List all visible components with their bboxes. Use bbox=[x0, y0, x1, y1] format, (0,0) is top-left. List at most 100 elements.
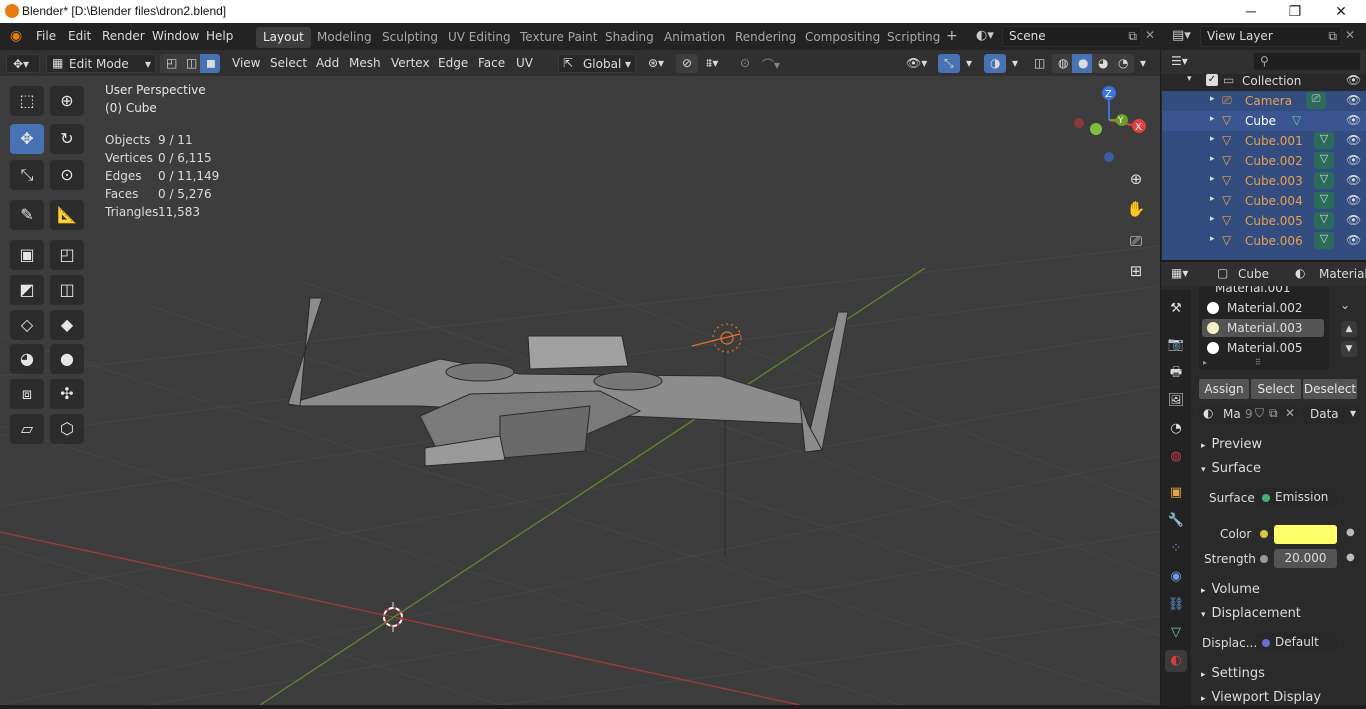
link-dropdown[interactable]: Data ▾ bbox=[1304, 404, 1360, 424]
mesh-data-icon[interactable]: ▽ bbox=[1314, 172, 1334, 189]
outliner-row-cube002[interactable]: ▸ ▽ Cube.002 ▽ 👁 bbox=[1162, 151, 1366, 171]
eye-icon[interactable]: 👁 bbox=[1346, 133, 1361, 147]
outliner-row-cube005[interactable]: ▸ ▽ Cube.005 ▽ 👁 bbox=[1162, 211, 1366, 231]
expand-icon[interactable]: ▸ bbox=[1210, 154, 1215, 164]
edge-slide-tool-icon[interactable]: ⧈ bbox=[10, 379, 44, 409]
menu-edit[interactable]: Edit bbox=[68, 29, 91, 43]
outliner-row-camera[interactable]: ▸ ⎚ Camera ⎚ 👁 bbox=[1162, 91, 1366, 111]
edge-select-icon[interactable]: ◫ bbox=[180, 54, 200, 73]
menu-file[interactable]: File bbox=[36, 29, 56, 43]
camera-view-icon[interactable]: ⎚ bbox=[1124, 229, 1148, 253]
properties-editor-icon[interactable]: ▦▾ bbox=[1171, 266, 1188, 280]
visibility-icon[interactable]: 👁▾ bbox=[900, 54, 933, 73]
outliner-row-cube003[interactable]: ▸ ▽ Cube.003 ▽ 👁 bbox=[1162, 171, 1366, 191]
material-tab-icon[interactable]: ◐ bbox=[1165, 650, 1187, 672]
minimize-icon[interactable]: ─ bbox=[1228, 0, 1274, 23]
xray-toggle-icon[interactable]: ◫ bbox=[1028, 54, 1051, 73]
expand-icon[interactable]: ▸ bbox=[1210, 194, 1215, 204]
mesh-data-icon[interactable]: ▽ bbox=[1314, 232, 1334, 249]
tool-tab-icon[interactable]: ⚒ bbox=[1165, 298, 1187, 320]
scene-tab-icon[interactable]: ◔ bbox=[1165, 418, 1187, 440]
header-menu-mesh[interactable]: Mesh bbox=[343, 54, 387, 73]
mesh-data-icon[interactable]: ▽ bbox=[1314, 132, 1334, 149]
eye-icon[interactable]: 👁 bbox=[1346, 153, 1361, 167]
expand-icon[interactable]: ▸ bbox=[1210, 134, 1215, 144]
transform-orientation-dropdown[interactable]: ⇱ Global ▾ bbox=[558, 54, 636, 73]
inset-tool-icon[interactable]: ◰ bbox=[50, 240, 84, 270]
surface-panel-header[interactable]: ▾ Surface bbox=[1191, 458, 1366, 480]
material-slot-item[interactable]: Material.002 bbox=[1227, 301, 1302, 315]
workspace-tab-animation[interactable]: Animation bbox=[657, 27, 732, 48]
header-menu-view[interactable]: View bbox=[226, 54, 266, 73]
expand-icon[interactable]: ▾ bbox=[1187, 74, 1192, 84]
workspace-tab-scripting[interactable]: Scripting bbox=[880, 27, 947, 48]
mesh-data-icon[interactable]: ▽ bbox=[1314, 152, 1334, 169]
spin-tool-icon[interactable]: ◕ bbox=[10, 344, 44, 374]
move-slot-down-icon[interactable]: ▼ bbox=[1341, 341, 1357, 357]
duplicate-icon[interactable]: ⧉ bbox=[1269, 406, 1278, 421]
pivot-point-icon[interactable]: ⊛▾ bbox=[642, 54, 670, 73]
poly-build-tool-icon[interactable]: ◆ bbox=[50, 310, 84, 340]
remove-view-layer-icon[interactable]: ✕ bbox=[1345, 28, 1355, 42]
menu-help[interactable]: Help bbox=[206, 29, 233, 43]
mode-dropdown[interactable]: ▦ Edit Mode ▾ bbox=[46, 54, 156, 73]
header-menu-face[interactable]: Face bbox=[472, 54, 511, 73]
move-tool-icon[interactable]: ✥ bbox=[10, 124, 44, 154]
mesh-data-icon[interactable]: ▽ bbox=[1314, 192, 1334, 209]
expand-icon[interactable]: ▸ bbox=[1210, 174, 1215, 184]
navigation-gizmo[interactable]: Z X Y bbox=[1074, 86, 1146, 162]
eye-icon[interactable]: 👁 bbox=[1346, 193, 1361, 207]
remove-scene-icon[interactable]: ✕ bbox=[1145, 28, 1155, 42]
cursor-tool-icon[interactable]: ⊕ bbox=[50, 86, 84, 116]
view-layer-tab-icon[interactable]: 🖼 bbox=[1165, 390, 1187, 412]
smooth-tool-icon[interactable]: ● bbox=[50, 344, 84, 374]
workspace-tab-compositing[interactable]: Compositing bbox=[798, 27, 887, 48]
zoom-icon[interactable]: ⊕ bbox=[1124, 167, 1148, 191]
chevron-down-icon[interactable]: ▾ bbox=[960, 54, 978, 73]
mesh-data-icon[interactable]: ▽ bbox=[1314, 212, 1334, 229]
editor-type-icon[interactable]: ✥▾ bbox=[6, 54, 40, 73]
resize-handle-icon[interactable]: ⠿ bbox=[1255, 358, 1261, 367]
shrink-fatten-tool-icon[interactable]: ✣ bbox=[50, 379, 84, 409]
rotate-tool-icon[interactable]: ↻ bbox=[50, 124, 84, 154]
menu-render[interactable]: Render bbox=[102, 29, 145, 43]
keyframe-dot-icon[interactable]: ● bbox=[1346, 527, 1355, 538]
workspace-tab-uv-editing[interactable]: UV Editing bbox=[441, 27, 518, 48]
add-workspace-icon[interactable]: + bbox=[946, 28, 958, 44]
expand-icon[interactable]: ▸ bbox=[1210, 214, 1215, 224]
workspace-tab-modeling[interactable]: Modeling bbox=[310, 27, 379, 48]
assign-button[interactable]: Assign bbox=[1199, 379, 1249, 399]
chevron-down-icon[interactable]: ⌄ bbox=[1340, 298, 1350, 312]
maximize-icon[interactable]: ❐ bbox=[1272, 0, 1318, 23]
vertex-select-icon[interactable]: ◰ bbox=[160, 54, 180, 73]
new-view-layer-icon[interactable]: ⧉ bbox=[1328, 29, 1337, 44]
settings-panel-header[interactable]: ▸ Settings bbox=[1191, 663, 1366, 685]
proportional-edit-icon[interactable]: ⊙ bbox=[734, 54, 756, 73]
expand-icon[interactable]: ▸ bbox=[1203, 358, 1207, 367]
scene-browse-icon[interactable]: ◐▾ bbox=[976, 28, 994, 43]
select-button[interactable]: Select bbox=[1251, 379, 1301, 399]
surface-shader-field[interactable]: Emission bbox=[1256, 488, 1337, 507]
outliner-row-cube004[interactable]: ▸ ▽ Cube.004 ▽ 👁 bbox=[1162, 191, 1366, 211]
view-layer-field[interactable]: View Layer ⧉ bbox=[1200, 26, 1342, 47]
workspace-tab-shading[interactable]: Shading bbox=[598, 27, 661, 48]
scene-name-field[interactable]: Scene ⧉ bbox=[1002, 26, 1142, 47]
knife-tool-icon[interactable]: ◇ bbox=[10, 310, 44, 340]
shear-tool-icon[interactable]: ▱ bbox=[10, 414, 44, 444]
fake-user-icon[interactable]: ⛉ bbox=[1255, 406, 1264, 421]
color-socket-icon[interactable] bbox=[1260, 530, 1268, 538]
transform-tool-icon[interactable]: ⊙ bbox=[50, 160, 84, 190]
mesh-data-icon[interactable]: ▽ bbox=[1292, 113, 1301, 127]
particles-tab-icon[interactable]: ⁘ bbox=[1165, 538, 1187, 560]
render-tab-icon[interactable]: 📷 bbox=[1165, 334, 1187, 356]
constraints-tab-icon[interactable]: ⛓ bbox=[1165, 594, 1187, 616]
displacement-panel-header[interactable]: ▾ Displacement bbox=[1191, 603, 1366, 625]
header-menu-edge[interactable]: Edge bbox=[432, 54, 474, 73]
snap-toggle-icon[interactable]: ⊘ bbox=[676, 54, 699, 73]
annotate-tool-icon[interactable]: ✎ bbox=[10, 200, 44, 230]
material-slot-item[interactable]: Material.005 bbox=[1227, 341, 1302, 355]
rip-tool-icon[interactable]: ⬡ bbox=[50, 414, 84, 444]
outliner-row-collection[interactable]: ▾ ✓ ▭ Collection 👁 bbox=[1162, 71, 1366, 91]
header-menu-uv[interactable]: UV bbox=[510, 54, 539, 73]
outliner-row-cube001[interactable]: ▸ ▽ Cube.001 ▽ 👁 bbox=[1162, 131, 1366, 151]
